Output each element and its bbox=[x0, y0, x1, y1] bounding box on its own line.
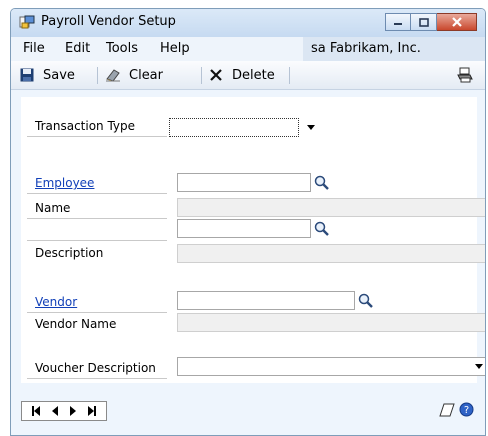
employee-link[interactable]: Employee bbox=[35, 176, 94, 190]
delete-label: Delete bbox=[232, 67, 275, 83]
window-controls bbox=[385, 13, 477, 32]
divider bbox=[27, 378, 167, 379]
bottom-bar: ? bbox=[21, 397, 477, 427]
delete-button[interactable]: Delete bbox=[208, 65, 275, 85]
transaction-type-label: Transaction Type bbox=[35, 119, 136, 133]
company-date-indicator: sa Fabrikam, Inc. 4/12/2017 bbox=[303, 37, 485, 80]
code-input[interactable] bbox=[177, 219, 311, 238]
help-button[interactable]: ? bbox=[459, 402, 474, 420]
help-icon: ? bbox=[459, 402, 474, 417]
next-record-button[interactable] bbox=[70, 405, 76, 417]
toolbar-separator bbox=[289, 67, 290, 84]
title-bar[interactable]: Payroll Vendor Setup bbox=[11, 9, 485, 37]
first-record-button[interactable] bbox=[32, 405, 40, 417]
code-lookup-button[interactable] bbox=[313, 220, 330, 237]
maximize-icon bbox=[418, 17, 429, 27]
maximize-button[interactable] bbox=[411, 13, 437, 31]
magnifier-icon bbox=[314, 175, 329, 190]
voucher-description-dropdown-arrow[interactable] bbox=[475, 364, 483, 369]
minimize-icon bbox=[394, 23, 402, 25]
voucher-description-dropdown[interactable] bbox=[177, 357, 485, 376]
eraser-icon bbox=[105, 67, 121, 83]
description-label: Description bbox=[35, 246, 104, 260]
divider bbox=[27, 193, 167, 194]
toolbar-separator bbox=[201, 67, 202, 84]
vendor-name-label: Vendor Name bbox=[35, 317, 117, 331]
name-field bbox=[177, 198, 485, 217]
toolbar: Save Clear Delete bbox=[11, 61, 485, 90]
divider bbox=[27, 240, 167, 241]
print-button[interactable] bbox=[457, 65, 473, 85]
magnifier-icon bbox=[314, 221, 329, 236]
menu-tools[interactable]: Tools bbox=[106, 37, 138, 61]
vendor-lookup-button[interactable] bbox=[357, 292, 374, 309]
close-button[interactable] bbox=[437, 13, 477, 31]
close-icon bbox=[451, 17, 462, 27]
magnifier-icon bbox=[358, 293, 373, 308]
floppy-disk-icon bbox=[19, 67, 35, 83]
x-icon bbox=[208, 67, 224, 83]
menu-file[interactable]: File bbox=[23, 37, 45, 61]
toolbar-separator bbox=[97, 67, 98, 84]
transaction-type-dropdown-arrow[interactable] bbox=[307, 125, 315, 130]
description-field bbox=[177, 244, 485, 263]
minimize-button[interactable] bbox=[385, 13, 411, 31]
menu-help[interactable]: Help bbox=[160, 37, 190, 61]
vendor-input[interactable] bbox=[177, 291, 355, 310]
transaction-type-dropdown[interactable] bbox=[169, 118, 299, 137]
clear-label: Clear bbox=[129, 67, 163, 83]
form-area: Transaction Type Employee Name Descripti… bbox=[21, 97, 485, 383]
note-button[interactable] bbox=[439, 403, 455, 420]
previous-record-button[interactable] bbox=[52, 405, 58, 417]
payroll-app-icon bbox=[19, 15, 35, 29]
save-label: Save bbox=[43, 67, 75, 83]
vendor-name-field bbox=[177, 313, 485, 332]
svg-text:?: ? bbox=[464, 405, 469, 416]
vendor-link[interactable]: Vendor bbox=[35, 295, 77, 309]
menu-edit[interactable]: Edit bbox=[65, 37, 90, 61]
divider bbox=[27, 218, 167, 219]
payroll-vendor-setup-window: Payroll Vendor Setup File Edit Tools Hel… bbox=[10, 8, 486, 436]
menu-bar: File Edit Tools Help sa Fabrikam, Inc. 4… bbox=[11, 37, 485, 80]
note-icon bbox=[439, 403, 455, 417]
employee-lookup-button[interactable] bbox=[313, 174, 330, 191]
voucher-description-label: Voucher Description bbox=[35, 361, 156, 375]
divider bbox=[27, 312, 167, 313]
employee-input[interactable] bbox=[177, 173, 311, 192]
clear-button[interactable]: Clear bbox=[105, 65, 163, 85]
save-button[interactable]: Save bbox=[19, 65, 75, 85]
divider bbox=[27, 136, 167, 137]
window-title: Payroll Vendor Setup bbox=[41, 14, 176, 29]
last-record-button[interactable] bbox=[88, 405, 96, 417]
name-label: Name bbox=[35, 201, 71, 215]
record-navigation bbox=[21, 401, 107, 421]
printer-icon bbox=[457, 67, 473, 83]
